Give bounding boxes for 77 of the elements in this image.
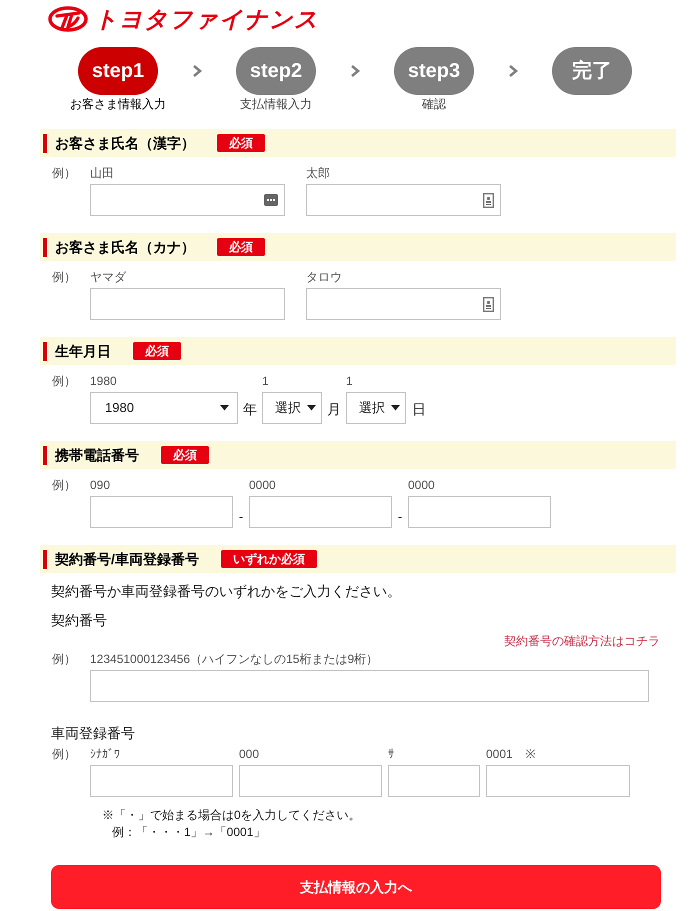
example-label: 例） bbox=[51, 373, 77, 390]
example-text: 123451000123456（ハイフンなしの15桁または9桁） bbox=[90, 651, 380, 667]
step-pill: 完了 bbox=[552, 47, 632, 95]
example-text: 山田 bbox=[90, 165, 115, 181]
input-field[interactable] bbox=[306, 288, 501, 320]
input-field[interactable] bbox=[90, 765, 233, 797]
note-mark: ※ bbox=[526, 746, 536, 762]
input-field[interactable] bbox=[90, 184, 285, 216]
subsection-title: 契約番号 bbox=[50, 611, 108, 629]
input-field[interactable] bbox=[239, 765, 382, 797]
example-label: 例） bbox=[51, 746, 77, 763]
example-text: 0001 bbox=[486, 746, 513, 762]
note-text: ※「・」で始まる場合は0を入力してください。 bbox=[102, 807, 362, 824]
unit-label: 月 bbox=[327, 400, 341, 419]
step-caption: 支払情報入力 bbox=[240, 96, 312, 112]
section-title: お客さま氏名（漢字） bbox=[55, 134, 195, 153]
select-dropdown[interactable]: 1980 bbox=[90, 392, 238, 424]
example-text: 太郎 bbox=[306, 165, 331, 181]
input-field[interactable] bbox=[249, 496, 392, 528]
logo-icon bbox=[48, 6, 88, 32]
section-title: 契約番号/車両登録番号 bbox=[55, 550, 199, 568]
example-text: 1980 bbox=[90, 373, 118, 389]
section-title: お客さま氏名（カナ） bbox=[55, 238, 195, 257]
input-field[interactable] bbox=[90, 670, 649, 702]
example-text: 090 bbox=[90, 477, 112, 493]
example-text: ヤマダ bbox=[90, 269, 128, 285]
intro-text: 契約番号か車両登録番号のいずれかをご入力ください。 bbox=[50, 582, 402, 600]
required-badge: 必須 bbox=[217, 134, 265, 152]
example-label: 例） bbox=[51, 165, 77, 182]
example-text: ｻ bbox=[388, 746, 394, 762]
example-text: 1 bbox=[346, 373, 354, 389]
example-text: 0000 bbox=[249, 477, 277, 493]
select-dropdown[interactable]: 選択 bbox=[346, 392, 406, 424]
required-badge: 必須 bbox=[161, 446, 209, 464]
input-field[interactable] bbox=[408, 496, 551, 528]
step-pill: step1 bbox=[78, 47, 158, 95]
example-text: ｼﾅｶﾞﾜ bbox=[90, 746, 120, 762]
submit-button[interactable]: 支払情報の入力へ bbox=[51, 865, 661, 909]
note-text: 例：「・・・1」→「0001」 bbox=[111, 824, 266, 841]
hyphen-separator: - bbox=[396, 508, 404, 526]
example-label: 例） bbox=[51, 477, 77, 494]
caret-icon bbox=[307, 405, 316, 411]
input-field[interactable] bbox=[486, 765, 630, 797]
contact-card-icon bbox=[483, 192, 494, 208]
example-label: 例） bbox=[51, 269, 77, 286]
input-field[interactable] bbox=[90, 288, 285, 320]
example-text: 1 bbox=[262, 373, 270, 389]
section-title: 生年月日 bbox=[55, 342, 111, 360]
example-text: タロウ bbox=[306, 269, 343, 285]
chevron-icon bbox=[507, 64, 519, 78]
help-link[interactable]: 契約番号の確認方法はコチラ bbox=[504, 633, 660, 649]
input-field[interactable] bbox=[388, 765, 480, 797]
step-pill: step2 bbox=[236, 47, 316, 95]
required-badge: 必須 bbox=[133, 342, 181, 360]
logo-text: トヨタファイナンス bbox=[94, 8, 319, 30]
caret-icon bbox=[220, 405, 229, 411]
example-text: 0000 bbox=[408, 477, 436, 493]
step-caption: お客さま情報入力 bbox=[70, 96, 166, 112]
required-badge: いずれか必須 bbox=[220, 550, 317, 568]
required-badge: 必須 bbox=[217, 238, 265, 256]
step-pill: step3 bbox=[394, 47, 474, 95]
chevron-icon bbox=[349, 64, 361, 78]
contact-card-icon bbox=[483, 296, 494, 312]
hyphen-separator: - bbox=[238, 508, 244, 526]
unit-label: 年 bbox=[243, 400, 257, 419]
input-field[interactable] bbox=[306, 184, 501, 216]
chevron-icon bbox=[191, 64, 203, 78]
unit-label: 日 bbox=[412, 400, 426, 419]
section-title: 携帯電話番号 bbox=[55, 446, 139, 464]
step-caption: 確認 bbox=[422, 96, 446, 112]
example-text: 000 bbox=[239, 746, 260, 762]
subsection-title: 車両登録番号 bbox=[50, 724, 136, 742]
input-field[interactable] bbox=[90, 496, 233, 528]
caret-icon bbox=[391, 405, 400, 411]
dots-icon bbox=[264, 194, 278, 206]
example-label: 例） bbox=[51, 651, 77, 668]
select-dropdown[interactable]: 選択 bbox=[262, 392, 322, 424]
